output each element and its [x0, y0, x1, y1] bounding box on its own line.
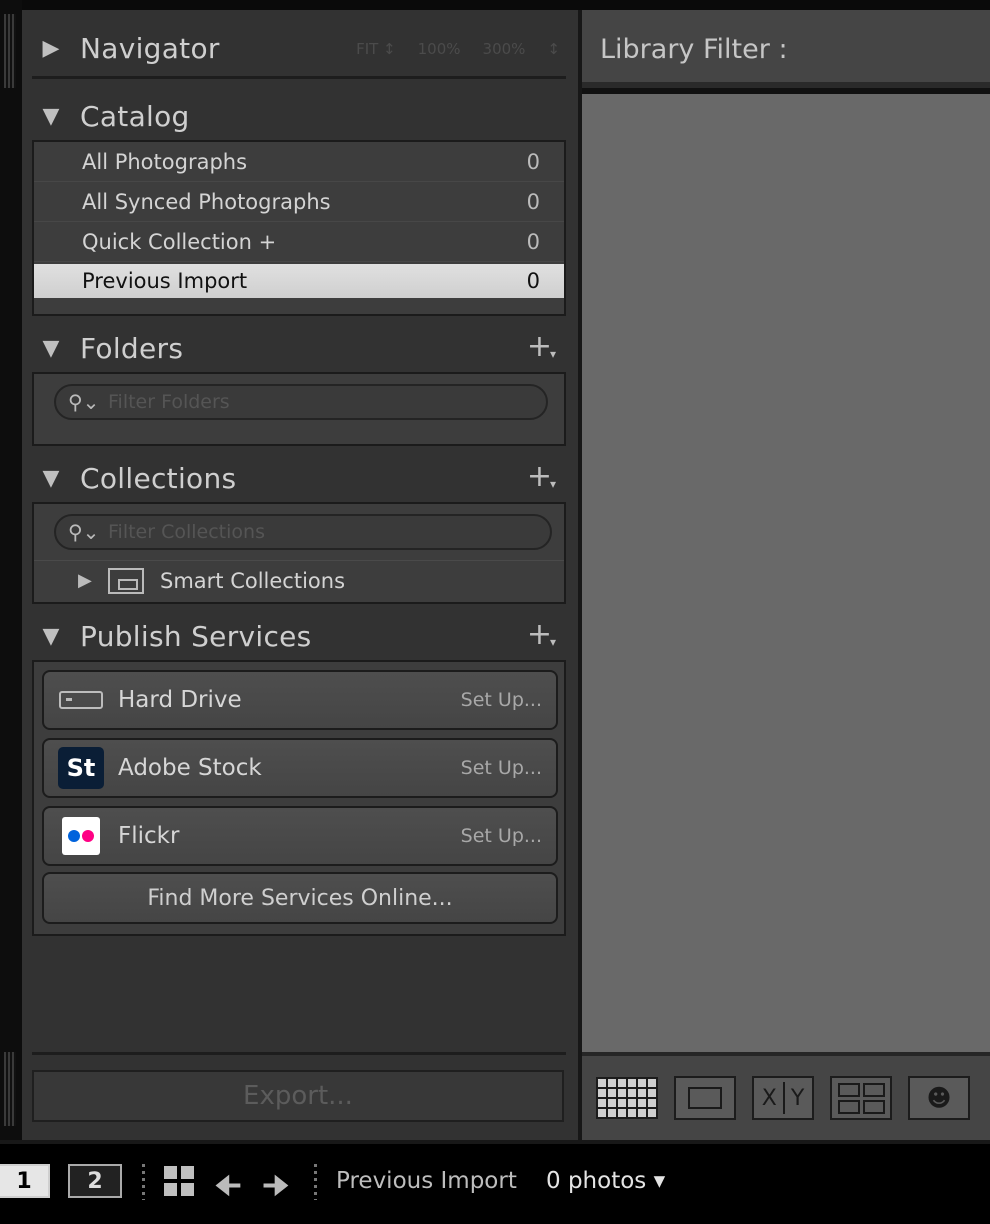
folders-title: Folders: [80, 331, 184, 365]
view-toolbar: XY ☻: [582, 1052, 990, 1140]
collections-panel: ⚲⌄ ▶ Smart Collections: [32, 502, 566, 604]
folder-filter[interactable]: ⚲⌄: [54, 384, 548, 420]
add-collection-icon[interactable]: +▾: [527, 462, 558, 495]
forward-arrow-icon[interactable]: 🠊: [262, 1164, 290, 1215]
catalog-list: All Photographs 0 All Synced Photographs…: [32, 140, 566, 316]
catalog-item-all-synced[interactable]: All Synced Photographs 0: [34, 182, 564, 222]
add-publish-service-icon[interactable]: +▾: [527, 620, 558, 653]
setup-link[interactable]: Set Up...: [461, 825, 542, 847]
expanded-triangle-icon: ▼: [42, 623, 60, 649]
add-folder-icon[interactable]: +▾: [527, 332, 558, 365]
top-border: [0, 0, 990, 10]
collections-header[interactable]: ▼ Collections +▾: [22, 448, 578, 508]
catalog-item-quick-collection[interactable]: Quick Collection + 0: [34, 222, 564, 262]
setup-link[interactable]: Set Up...: [461, 689, 542, 711]
filmstrip-source[interactable]: Previous Import: [336, 1168, 517, 1194]
photo-grid-area[interactable]: [582, 94, 990, 1052]
zoom-fit[interactable]: FIT ↕: [356, 40, 396, 58]
survey-icon: [837, 1082, 885, 1114]
filter-collections-input[interactable]: [108, 521, 488, 543]
navigator-header[interactable]: ▶ Navigator FIT ↕ 100% 300% ↕: [22, 18, 578, 78]
compare-view-button[interactable]: XY: [752, 1076, 814, 1120]
navigator-divider: [32, 76, 566, 79]
collection-set-icon: [108, 567, 144, 594]
collection-filter[interactable]: ⚲⌄: [54, 514, 552, 550]
zoom-300[interactable]: 300%: [483, 40, 526, 58]
publish-services-panel: Hard Drive Set Up... St Adobe Stock Set …: [32, 660, 566, 936]
publish-services-header[interactable]: ▼ Publish Services +▾: [22, 606, 578, 666]
main-window-button[interactable]: 1: [0, 1164, 50, 1198]
flickr-icon: [58, 815, 104, 857]
collapsed-triangle-icon: ▶: [42, 35, 60, 61]
collections-title: Collections: [80, 461, 237, 495]
export-divider: [32, 1052, 566, 1055]
people-view-button[interactable]: ☻: [908, 1076, 970, 1120]
panel-grip-top[interactable]: [4, 14, 16, 88]
left-panel-edge: [0, 0, 22, 1140]
service-hard-drive[interactable]: Hard Drive Set Up...: [42, 670, 558, 730]
filter-folders-input[interactable]: [108, 391, 488, 413]
folders-panel: ⚲⌄: [32, 372, 566, 446]
adobe-stock-icon: St: [58, 747, 104, 789]
catalog-item-previous-import[interactable]: Previous Import 0: [34, 264, 564, 298]
expanded-triangle-icon: ▼: [42, 335, 60, 361]
photo-count-dropdown[interactable]: 0 photos ▾: [546, 1168, 665, 1194]
left-panel: ▶ Navigator FIT ↕ 100% 300% ↕ ▼ Catalog …: [22, 10, 578, 1140]
catalog-item-all-photographs[interactable]: All Photographs 0: [34, 142, 564, 182]
secondary-window-button[interactable]: 2: [68, 1164, 122, 1198]
hard-drive-icon: [58, 679, 104, 721]
library-filter-label: Library Filter :: [600, 34, 788, 65]
expanded-triangle-icon: ▼: [42, 103, 60, 129]
loupe-icon: [688, 1087, 722, 1109]
divider: [314, 1164, 317, 1200]
loupe-view-button[interactable]: [674, 1076, 736, 1120]
service-adobe-stock[interactable]: St Adobe Stock Set Up...: [42, 738, 558, 798]
search-icon: ⚲⌄: [68, 520, 100, 544]
publish-services-title: Publish Services: [80, 619, 312, 653]
search-icon: ⚲⌄: [68, 390, 100, 414]
setup-link[interactable]: Set Up...: [461, 757, 542, 779]
folders-header[interactable]: ▼ Folders +▾: [22, 318, 578, 378]
export-button[interactable]: Export...: [32, 1070, 564, 1122]
grid-icon[interactable]: [164, 1166, 194, 1196]
catalog-header[interactable]: ▼ Catalog: [22, 86, 578, 146]
smart-collections-row[interactable]: ▶ Smart Collections: [34, 560, 564, 600]
grid-view-button[interactable]: [596, 1077, 658, 1119]
catalog-title: Catalog: [80, 99, 190, 133]
navigator-zoom-options: FIT ↕ 100% 300% ↕: [356, 40, 560, 58]
survey-view-button[interactable]: [830, 1076, 892, 1120]
zoom-100[interactable]: 100%: [418, 40, 461, 58]
face-icon: ☻: [926, 1084, 952, 1112]
find-more-services-button[interactable]: Find More Services Online...: [42, 872, 558, 924]
service-flickr[interactable]: Flickr Set Up...: [42, 806, 558, 866]
expanded-triangle-icon: ▼: [42, 465, 60, 491]
panel-grip-bottom[interactable]: [4, 1052, 16, 1126]
divider: [142, 1164, 145, 1200]
library-filter-bar: Library Filter :: [582, 10, 990, 88]
collapsed-triangle-icon[interactable]: ▶: [34, 570, 92, 591]
navigator-title: Navigator: [80, 31, 220, 65]
back-arrow-icon[interactable]: 🠈: [214, 1164, 242, 1215]
zoom-stepper[interactable]: ↕: [547, 40, 560, 58]
filmstrip-bar: 1 2 🠈 🠊 Previous Import 0 photos ▾: [0, 1140, 990, 1224]
